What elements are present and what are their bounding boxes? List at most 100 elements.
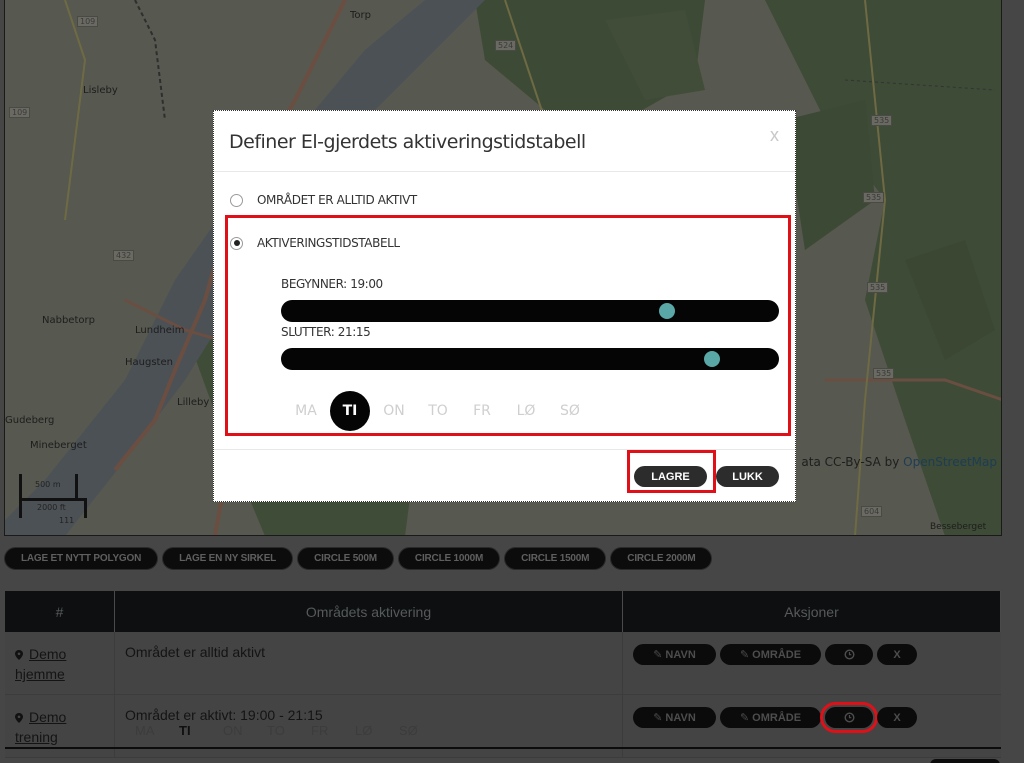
activation-text: Området er alltid aktivt (125, 644, 266, 660)
openstreetmap-link[interactable]: OpenStreetMap (903, 455, 997, 469)
pencil-icon: ✎ (739, 649, 750, 661)
area-name-link[interactable]: hjemme (15, 666, 65, 682)
header-number: # (5, 591, 115, 632)
area-name-link[interactable]: Demo (29, 709, 66, 725)
circle-1500m-button[interactable]: CIRCLE 1500M (504, 547, 607, 570)
road-shield: 535 (867, 282, 889, 293)
day-toggle-ma[interactable]: MA (284, 391, 328, 431)
close-button[interactable]: LUKK (716, 466, 779, 487)
slider-thumb[interactable] (658, 303, 675, 319)
edit-area-button[interactable]: ✎ OMRÅDE (720, 644, 821, 665)
day-label: MA (135, 723, 155, 738)
road-shield: 535 (871, 115, 893, 126)
map-pin-icon (15, 713, 23, 723)
day-label: ON (223, 723, 243, 738)
day-toggle-ti[interactable]: TI (330, 391, 370, 431)
partial-button[interactable] (930, 759, 1000, 763)
map-attribution: ata CC-By-SA by OpenStreetMap (801, 455, 997, 469)
activation-days: MA TI ON TO FR LØ SØ (125, 723, 612, 738)
rename-button[interactable]: ✎ NAVN (633, 707, 716, 728)
modal-title: Definer El-gjerdets aktiveringstidstabel… (229, 131, 586, 153)
area-name-cell: Demo hjemme (5, 632, 115, 694)
schedule-button[interactable] (820, 702, 878, 733)
end-time-slider[interactable] (281, 348, 779, 370)
road-shield: 535 (863, 192, 885, 203)
circle-2000m-button[interactable]: CIRCLE 2000M (610, 547, 713, 570)
close-icon[interactable]: x (770, 125, 779, 146)
map-place-label: Besseberget (930, 522, 987, 532)
pencil-icon: ✎ (653, 649, 663, 661)
clock-icon (843, 712, 855, 723)
edit-area-label: OMRÅDE (752, 711, 802, 724)
radio-schedule[interactable] (230, 236, 243, 250)
road-shield: 109 (9, 107, 31, 118)
map-place-label: Lilleby (177, 397, 210, 408)
day-label: SØ (399, 723, 418, 738)
table-row: Demo hjemme Området er alltid aktivt ✎ NA… (5, 632, 1001, 695)
road-shield: 432 (113, 250, 135, 261)
day-toggle-lo[interactable]: LØ (504, 391, 548, 431)
shape-toolbar: LAGE ET NYTT POLYGON LAGE EN NY SIRKEL C… (4, 547, 713, 570)
schedule-button[interactable] (825, 644, 873, 665)
modal-header: Definer El-gjerdets aktiveringstidstabel… (214, 111, 795, 172)
activation-text: Området er aktivt: 19:00 - 21:15 (125, 707, 323, 723)
areas-table: # Områdets aktivering Aksjoner Demo hjem… (5, 591, 1001, 758)
scale-tick (75, 474, 78, 500)
day-label: LØ (355, 723, 373, 738)
header-activation: Områdets aktivering (115, 591, 623, 632)
pencil-icon: ✎ (739, 712, 750, 724)
map-place-label: Torp (350, 10, 371, 21)
day-toggle-to[interactable]: TO (416, 391, 460, 431)
road-shield: 535 (873, 368, 895, 379)
slider-thumb[interactable] (703, 351, 720, 367)
scale-bar (19, 498, 87, 501)
rename-button[interactable]: ✎ NAVN (633, 644, 716, 665)
edit-area-button[interactable]: ✎ OMRÅDE (720, 707, 821, 728)
table-header: # Områdets aktivering Aksjoner (5, 591, 1001, 632)
area-name-link[interactable]: Demo (29, 646, 66, 662)
day-toggle-so[interactable]: SØ (548, 391, 592, 431)
map-place-label: Lisleby (83, 85, 118, 96)
map-place-label: Gudeberg (5, 415, 55, 426)
day-label: FR (311, 723, 329, 738)
modal-footer: LAGRE LUKK (214, 449, 795, 502)
scale-tick (19, 474, 22, 518)
circle-1000m-button[interactable]: CIRCLE 1000M (397, 547, 501, 570)
start-time-slider[interactable] (281, 300, 779, 322)
schedule-modal: Definer El-gjerdets aktiveringstidstabel… (213, 110, 796, 502)
map-place-label: Lundheim (135, 325, 185, 336)
circle-500m-button[interactable]: CIRCLE 500M (297, 547, 394, 570)
pencil-icon: ✎ (653, 712, 663, 724)
clock-icon (843, 649, 855, 660)
option-schedule[interactable]: AKTIVERINGSTIDSTABELL (230, 236, 400, 250)
day-toggle-on[interactable]: ON (372, 391, 416, 431)
area-name-link[interactable]: trening (15, 729, 58, 745)
option-label: OMRÅDET ER ALLTID AKTIVT (257, 193, 417, 207)
radio-always-active[interactable] (230, 193, 243, 207)
map-place-label: Mineberget (30, 440, 87, 451)
rename-label: NAVN (665, 648, 696, 661)
day-label: TO (267, 723, 285, 738)
road-shield: 604 (861, 506, 883, 517)
table-bottom-border (5, 747, 1001, 749)
delete-button[interactable]: X (877, 707, 917, 728)
create-circle-button[interactable]: LAGE EN NY SIRKEL (162, 547, 294, 570)
start-time-label: BEGYNNER: 19:00 (281, 277, 383, 291)
day-toggle-fr[interactable]: FR (460, 391, 504, 431)
map-pin-icon (15, 650, 23, 660)
end-time-label: SLUTTER: 21:15 (281, 325, 371, 339)
scale-metric-label: 500 m (35, 480, 61, 489)
create-polygon-button[interactable]: LAGE ET NYTT POLYGON (4, 547, 159, 570)
area-activation-cell: Området er alltid aktivt (115, 632, 623, 694)
edit-area-label: OMRÅDE (752, 648, 802, 661)
scale-imperial-label: 2000 ft (37, 503, 66, 512)
map-scale: 500 m 2000 ft 111 (15, 468, 95, 525)
option-always-active[interactable]: OMRÅDET ER ALLTID AKTIVT (230, 193, 417, 207)
weekday-selector: MA TI ON TO FR LØ SØ (284, 391, 592, 431)
rename-label: NAVN (665, 711, 696, 724)
day-label-active: TI (179, 723, 191, 738)
map-place-label: Haugsten (125, 357, 173, 368)
map-place-label: Nabbetorp (42, 315, 95, 326)
delete-button[interactable]: X (877, 644, 917, 665)
save-button[interactable]: LAGRE (634, 466, 707, 487)
